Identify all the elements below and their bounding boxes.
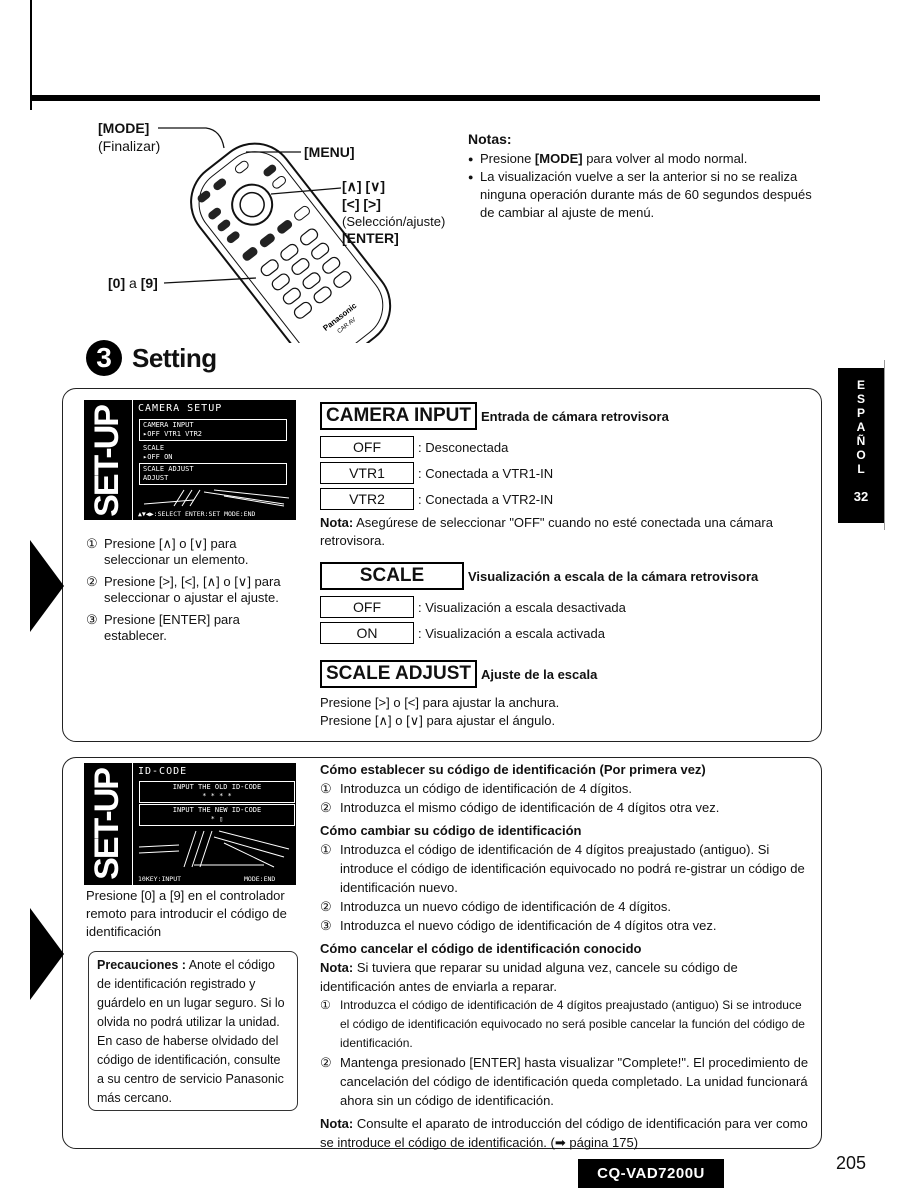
scale-adjust-section: SCALE ADJUST Ajuste de la escala Presion…	[320, 660, 815, 730]
option-row: OFF : Desconectada	[320, 436, 815, 458]
note-item: La visualización vuelve a ser la anterio…	[468, 168, 828, 222]
option-box: OFF	[320, 596, 414, 618]
notes: Notas: Presione [MODE] para volver al mo…	[468, 130, 828, 222]
arrow-triangle-icon	[30, 540, 64, 632]
label-digits: [0] a [9]	[108, 275, 158, 291]
screen-footer: ▲▼◀▶:SELECT ENTER:SET MODE:END	[138, 510, 256, 518]
id-step: ② Introduzca el mismo código de identific…	[320, 800, 720, 815]
camera-input-section: CAMERA INPUT Entrada de cámara retroviso…	[320, 402, 815, 550]
section-title: Setting	[132, 342, 217, 373]
scale-desc: Visualización a escala de la cámara retr…	[468, 568, 759, 584]
camera-setup-screen: SET-UP CAMERA SETUP CAMERA INPUT ▸OFF VT…	[84, 400, 296, 520]
id-code-instructions: Cómo establecer su código de identificac…	[320, 760, 810, 1152]
precaution-box: Precauciones : Anote el código de identi…	[88, 951, 298, 1111]
label-left-right: [<] [>]	[342, 196, 381, 212]
screen-footer-right: MODE:END	[244, 875, 276, 883]
label-menu: [MENU]	[304, 144, 355, 160]
page-number: 205	[836, 1153, 867, 1173]
scale-adjust-header: SCALE ADJUST	[320, 660, 477, 688]
precaution-label: Precauciones :	[97, 958, 186, 972]
step-item: ② Presione [>], [<], [∧] o [∨] para selec…	[86, 574, 281, 605]
top-rule	[30, 95, 820, 101]
screen-row-scale-adjust: SCALE ADJUST ADJUST	[139, 463, 287, 485]
screen-box-new-code: INPUT THE NEW ID-CODE * ▯	[139, 804, 295, 826]
option-row: VTR2 : Conectada a VTR2-IN	[320, 488, 815, 510]
id-step: ② Mantenga presionado [ENTER] hasta visua…	[320, 1055, 809, 1108]
id-step: ③ Introduzca el nuevo código de identific…	[320, 918, 717, 933]
step-item: ③ Presione [ENTER] para establecer.	[86, 612, 240, 643]
notes-title: Notas:	[468, 131, 512, 147]
id-cancel-note: Nota: Si tuviera que reparar su unidad a…	[320, 960, 738, 994]
final-note: Nota: Consulte el aparato de introducció…	[320, 1116, 808, 1150]
setup-band: SET-UP	[84, 400, 133, 520]
id-section-title: Cómo establecer su código de identificac…	[320, 762, 706, 777]
screen-box-old-code: INPUT THE OLD ID-CODE * * * *	[139, 781, 295, 803]
section-heading: 3 Setting	[86, 340, 217, 376]
camera-input-note: Nota: Asegúrese de seleccionar "OFF" cua…	[320, 515, 773, 548]
model-badge: CQ-VAD7200U	[578, 1159, 724, 1188]
arrow-triangle-icon	[30, 908, 64, 1000]
setup-steps: ① Presione [∧] o [∨] para seleccionar un …	[86, 536, 296, 650]
label-mode-sub: (Finalizar)	[98, 138, 161, 154]
remote-diagram: Panasonic CAR AV [MODE] (Finalizar) [MEN…	[96, 118, 466, 366]
left-margin-rule	[30, 0, 32, 110]
id-section-title: Cómo cancelar el código de identificació…	[320, 941, 642, 956]
option-box: OFF	[320, 436, 414, 458]
road-graphic	[143, 489, 290, 507]
option-row: OFF : Visualización a escala desactivada	[320, 596, 815, 618]
scale-adjust-line: Presione [>] o [<] para ajustar la anchu…	[320, 695, 560, 710]
id-step: ① Introduzca el código de identificación …	[320, 998, 805, 1050]
label-select-sub: (Selección/ajuste)	[342, 214, 446, 229]
scale-header: SCALE	[320, 562, 464, 590]
screen-row-scale: SCALE ▸OFF ON	[143, 444, 173, 461]
camera-input-desc: Entrada de cámara retrovisora	[480, 408, 669, 424]
screen-title: CAMERA SETUP	[138, 403, 223, 414]
camera-input-header: CAMERA INPUT	[320, 402, 477, 430]
scale-section: SCALE Visualización a escala de la cámar…	[320, 562, 815, 644]
id-step: ② Introduzca un nuevo código de identific…	[320, 899, 672, 914]
label-mode: [MODE]	[98, 120, 150, 136]
option-box: VTR2	[320, 488, 414, 510]
option-row: ON : Visualización a escala activada	[320, 622, 815, 644]
label-up-down: [∧] [∨]	[342, 178, 386, 194]
option-box: ON	[320, 622, 414, 644]
id-step: ① Introduzca el código de identificación …	[320, 842, 805, 895]
id-section-title: Cómo cambiar su código de identificación	[320, 823, 582, 838]
option-row: VTR1 : Conectada a VTR1-IN	[320, 462, 815, 484]
id-code-screen: SET-UP ID-CODE INPUT THE OLD ID-CODE * *…	[84, 763, 296, 885]
screen-footer-left: 10KEY:INPUT	[138, 875, 182, 883]
setup-band: SET-UP	[84, 763, 133, 885]
scale-adjust-desc: Ajuste de la escala	[480, 666, 598, 682]
id-step: ① Introduzca un código de identificación …	[320, 781, 632, 796]
side-tab-number: 32	[853, 489, 869, 504]
language-side-tab: E S P A Ñ O L 32	[838, 368, 884, 523]
step-item: ① Presione [∧] o [∨] para seleccionar un …	[86, 536, 249, 567]
road-graphic	[138, 830, 290, 868]
screen-row-camera-input: CAMERA INPUT ▸OFF VTR1 VTR2	[139, 419, 287, 441]
scale-adjust-line: Presione [∧] o [∨] para ajustar el ángul…	[320, 713, 556, 728]
section-number-badge: 3	[86, 340, 122, 376]
side-divider	[884, 360, 885, 530]
note-item: Presione [MODE] para volver al modo norm…	[468, 150, 828, 168]
label-enter: [ENTER]	[342, 230, 399, 246]
option-box: VTR1	[320, 462, 414, 484]
screen-title: ID-CODE	[138, 766, 188, 777]
id-intro-text: Presione [0] a [9] en el controlador rem…	[86, 888, 287, 939]
